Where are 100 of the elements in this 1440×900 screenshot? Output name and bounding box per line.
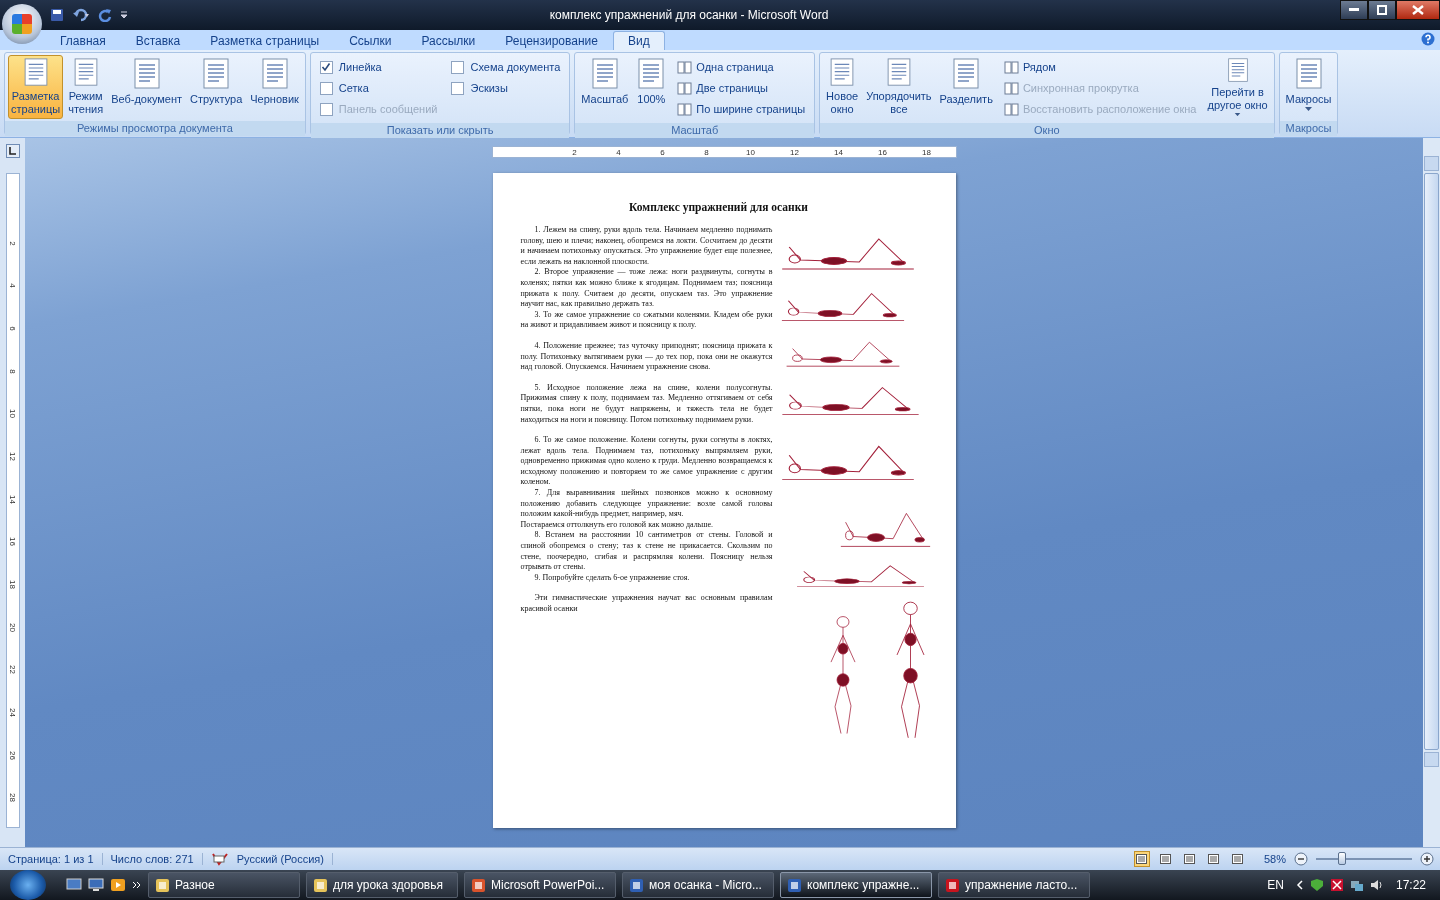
zoom-in-icon[interactable] xyxy=(1420,852,1434,866)
antivirus-icon[interactable] xyxy=(1329,878,1344,892)
tab-selector-icon[interactable] xyxy=(5,144,20,158)
paragraph: 5. Исходное положение лежа на спине, колени полусогнуты. Прижимая спину к полу, поднимаем таз. Медленно оттягиваем от себя пятки, пока ноги не будут напряжены, и тяжесть тела не будет находиться на ноги и поясницу. Потом потихоньку поднимаем руки. xyxy=(520,381,773,426)
ribbon-button[interactable]: Черновик xyxy=(247,55,302,119)
restore-button[interactable] xyxy=(1368,0,1396,20)
paragraph: 9. Попробуйте сделать 6-ое упражнение стоя. xyxy=(533,572,691,584)
document-title: Комплекс упражнений для осанки xyxy=(628,201,809,213)
view-button[interactable] xyxy=(1229,851,1246,867)
start-button[interactable] xyxy=(10,870,46,900)
paragraph: Эти гимнастические упражнения научат вас основным правилам красивой осанки xyxy=(520,592,773,615)
group-label: Масштаб xyxy=(575,123,815,138)
office-button[interactable] xyxy=(2,4,42,44)
ribbon-button[interactable]: Упорядочить все xyxy=(863,55,935,119)
view-button[interactable] xyxy=(1181,851,1198,867)
zoom-level[interactable]: 58% xyxy=(1263,853,1286,865)
ribbon-tab[interactable]: Рецензирование xyxy=(490,31,613,50)
ribbon-tab[interactable]: Рассылки xyxy=(406,31,491,50)
monitor-icon[interactable] xyxy=(88,878,104,892)
ribbon-tab[interactable]: Ссылки xyxy=(334,31,407,50)
checkbox[interactable]: Схема документа xyxy=(451,59,561,75)
help-icon[interactable] xyxy=(1421,32,1435,46)
chevron-icon[interactable] xyxy=(1295,880,1304,890)
taskbar-button[interactable]: моя осанка - Micro... xyxy=(622,872,774,898)
ribbon-button[interactable]: Две страницы xyxy=(677,80,806,96)
pages-icon xyxy=(1003,102,1019,116)
taskbar-button[interactable]: Microsoft PowerPoi... xyxy=(464,872,616,898)
view-button[interactable] xyxy=(1205,851,1222,867)
ribbon-button[interactable]: 100% xyxy=(633,55,670,119)
pages-icon xyxy=(1003,60,1019,74)
page-view-icon xyxy=(1184,854,1196,864)
view-button[interactable] xyxy=(1133,851,1150,867)
group-label: Режимы просмотра документа xyxy=(5,121,305,136)
shield-icon[interactable] xyxy=(1309,878,1324,892)
taskbar-button[interactable]: комплекс упражне... xyxy=(780,872,932,898)
ribbon-button[interactable]: По ширине страницы xyxy=(677,101,806,117)
save-icon[interactable] xyxy=(50,8,64,22)
ribbon-button[interactable]: Макросы xyxy=(1282,55,1335,119)
app-icon xyxy=(945,877,960,893)
checkbox[interactable]: Линейка xyxy=(319,59,438,75)
view-button[interactable] xyxy=(1157,851,1174,867)
undo-icon[interactable] xyxy=(72,8,90,22)
document-icon xyxy=(201,58,232,90)
vertical-ruler: 2 4 6 8 10 12 14 16 18 20 22 24 26 28 xyxy=(5,173,20,828)
ribbon-button[interactable]: Новое окно xyxy=(823,55,862,119)
clock: 17:22 xyxy=(1395,878,1426,892)
ribbon-button[interactable]: Режим чтения xyxy=(65,55,107,119)
document-icon xyxy=(131,58,162,90)
ribbon-button[interactable]: Разметка страницы xyxy=(8,55,64,119)
restore-icon xyxy=(1377,5,1387,15)
media-player-icon[interactable] xyxy=(110,878,126,892)
document-icon xyxy=(951,58,982,90)
ribbon-button[interactable]: Разделить xyxy=(936,55,996,119)
paragraph: 6. То же самое положение. Колени согнуты, руки согнуты в локтях, лежат вдоль тела. Поднимаем таз, потихоньку выпрямляем руки, одновременно прижимая одно колено к груди. Медленно возвращаемся к исходному положению и повторяем то же самое упражнение с другим коленом. xyxy=(520,434,773,489)
minimize-button[interactable] xyxy=(1340,0,1368,20)
document-icon xyxy=(1293,58,1324,90)
ribbon-button[interactable]: Перейти в другое окно xyxy=(1204,55,1271,119)
close-icon xyxy=(1412,5,1424,15)
ribbon-button[interactable]: Структура xyxy=(187,55,246,119)
chevron-icon[interactable] xyxy=(132,880,142,890)
taskbar-button[interactable]: для урока здоровья xyxy=(306,872,458,898)
paragraph: 4. Положение прежнее; таз чуточку приподнят; поясница прижата к полу. Потихоньку вытягиваем руки — до тех пор, пока они не окажутся над головой. Опускаемся. Начинаем упражнение снова. xyxy=(520,339,773,373)
desktop-icon[interactable] xyxy=(66,878,82,892)
proofing-icon[interactable] xyxy=(210,852,229,866)
dropdown-icon[interactable] xyxy=(120,11,128,19)
volume-icon[interactable] xyxy=(1369,878,1384,892)
ribbon-button[interactable]: Рядом xyxy=(1003,59,1197,75)
document-icon xyxy=(636,58,667,90)
zoom-slider-thumb[interactable] xyxy=(1337,852,1346,865)
language-indicator[interactable]: EN xyxy=(1267,878,1284,892)
page-view-icon xyxy=(1160,854,1172,864)
close-button[interactable] xyxy=(1396,0,1440,20)
app-icon xyxy=(471,877,486,893)
zoom-out-icon[interactable] xyxy=(1294,852,1308,866)
app-icon xyxy=(313,877,328,893)
ribbon-tab[interactable]: Разметка страницы xyxy=(195,31,335,50)
status-text: Число слов: 271 xyxy=(110,853,203,865)
redo-icon[interactable] xyxy=(98,8,112,22)
ribbon-tab[interactable]: Вид xyxy=(612,31,665,50)
taskbar-button[interactable]: Разное xyxy=(148,872,300,898)
pages-icon xyxy=(677,60,693,74)
minimize-icon xyxy=(1349,8,1359,12)
language-indicator[interactable]: Русский (Россия) xyxy=(236,853,333,865)
paragraph: 1. Лежем на спину, руки вдоль тела. Начинаем медленно поднимать голову, шею и плечи; наконец, обопремся на локти. Сосчитаем до десяти и начинаем потихоньку опускаться. Это упражнение будет еще полезнее, если лежать на наклонной плоскости. xyxy=(520,225,773,268)
checkbox[interactable]: Сетка xyxy=(319,80,438,96)
ribbon-button[interactable]: Масштаб xyxy=(578,55,632,119)
page-view-icon xyxy=(1208,854,1220,864)
page-view-icon xyxy=(1232,854,1244,864)
app-icon xyxy=(155,877,170,893)
group-label: Макросы xyxy=(1279,121,1338,136)
ribbon-button[interactable]: Веб-документ xyxy=(108,55,186,119)
taskbar-button[interactable]: упражнение ласто... xyxy=(938,872,1090,898)
checkbox[interactable]: Эскизы xyxy=(451,80,561,96)
ribbon-button[interactable]: Одна страница xyxy=(677,59,806,75)
ribbon-tab[interactable]: Вставка xyxy=(120,31,196,50)
network-icon[interactable] xyxy=(1349,878,1364,892)
vertical-scrollbar[interactable] xyxy=(1423,138,1440,847)
ribbon-tab[interactable]: Главная xyxy=(45,31,121,50)
app-icon xyxy=(787,877,802,893)
status-text: Страница: 1 из 1 xyxy=(8,853,103,865)
